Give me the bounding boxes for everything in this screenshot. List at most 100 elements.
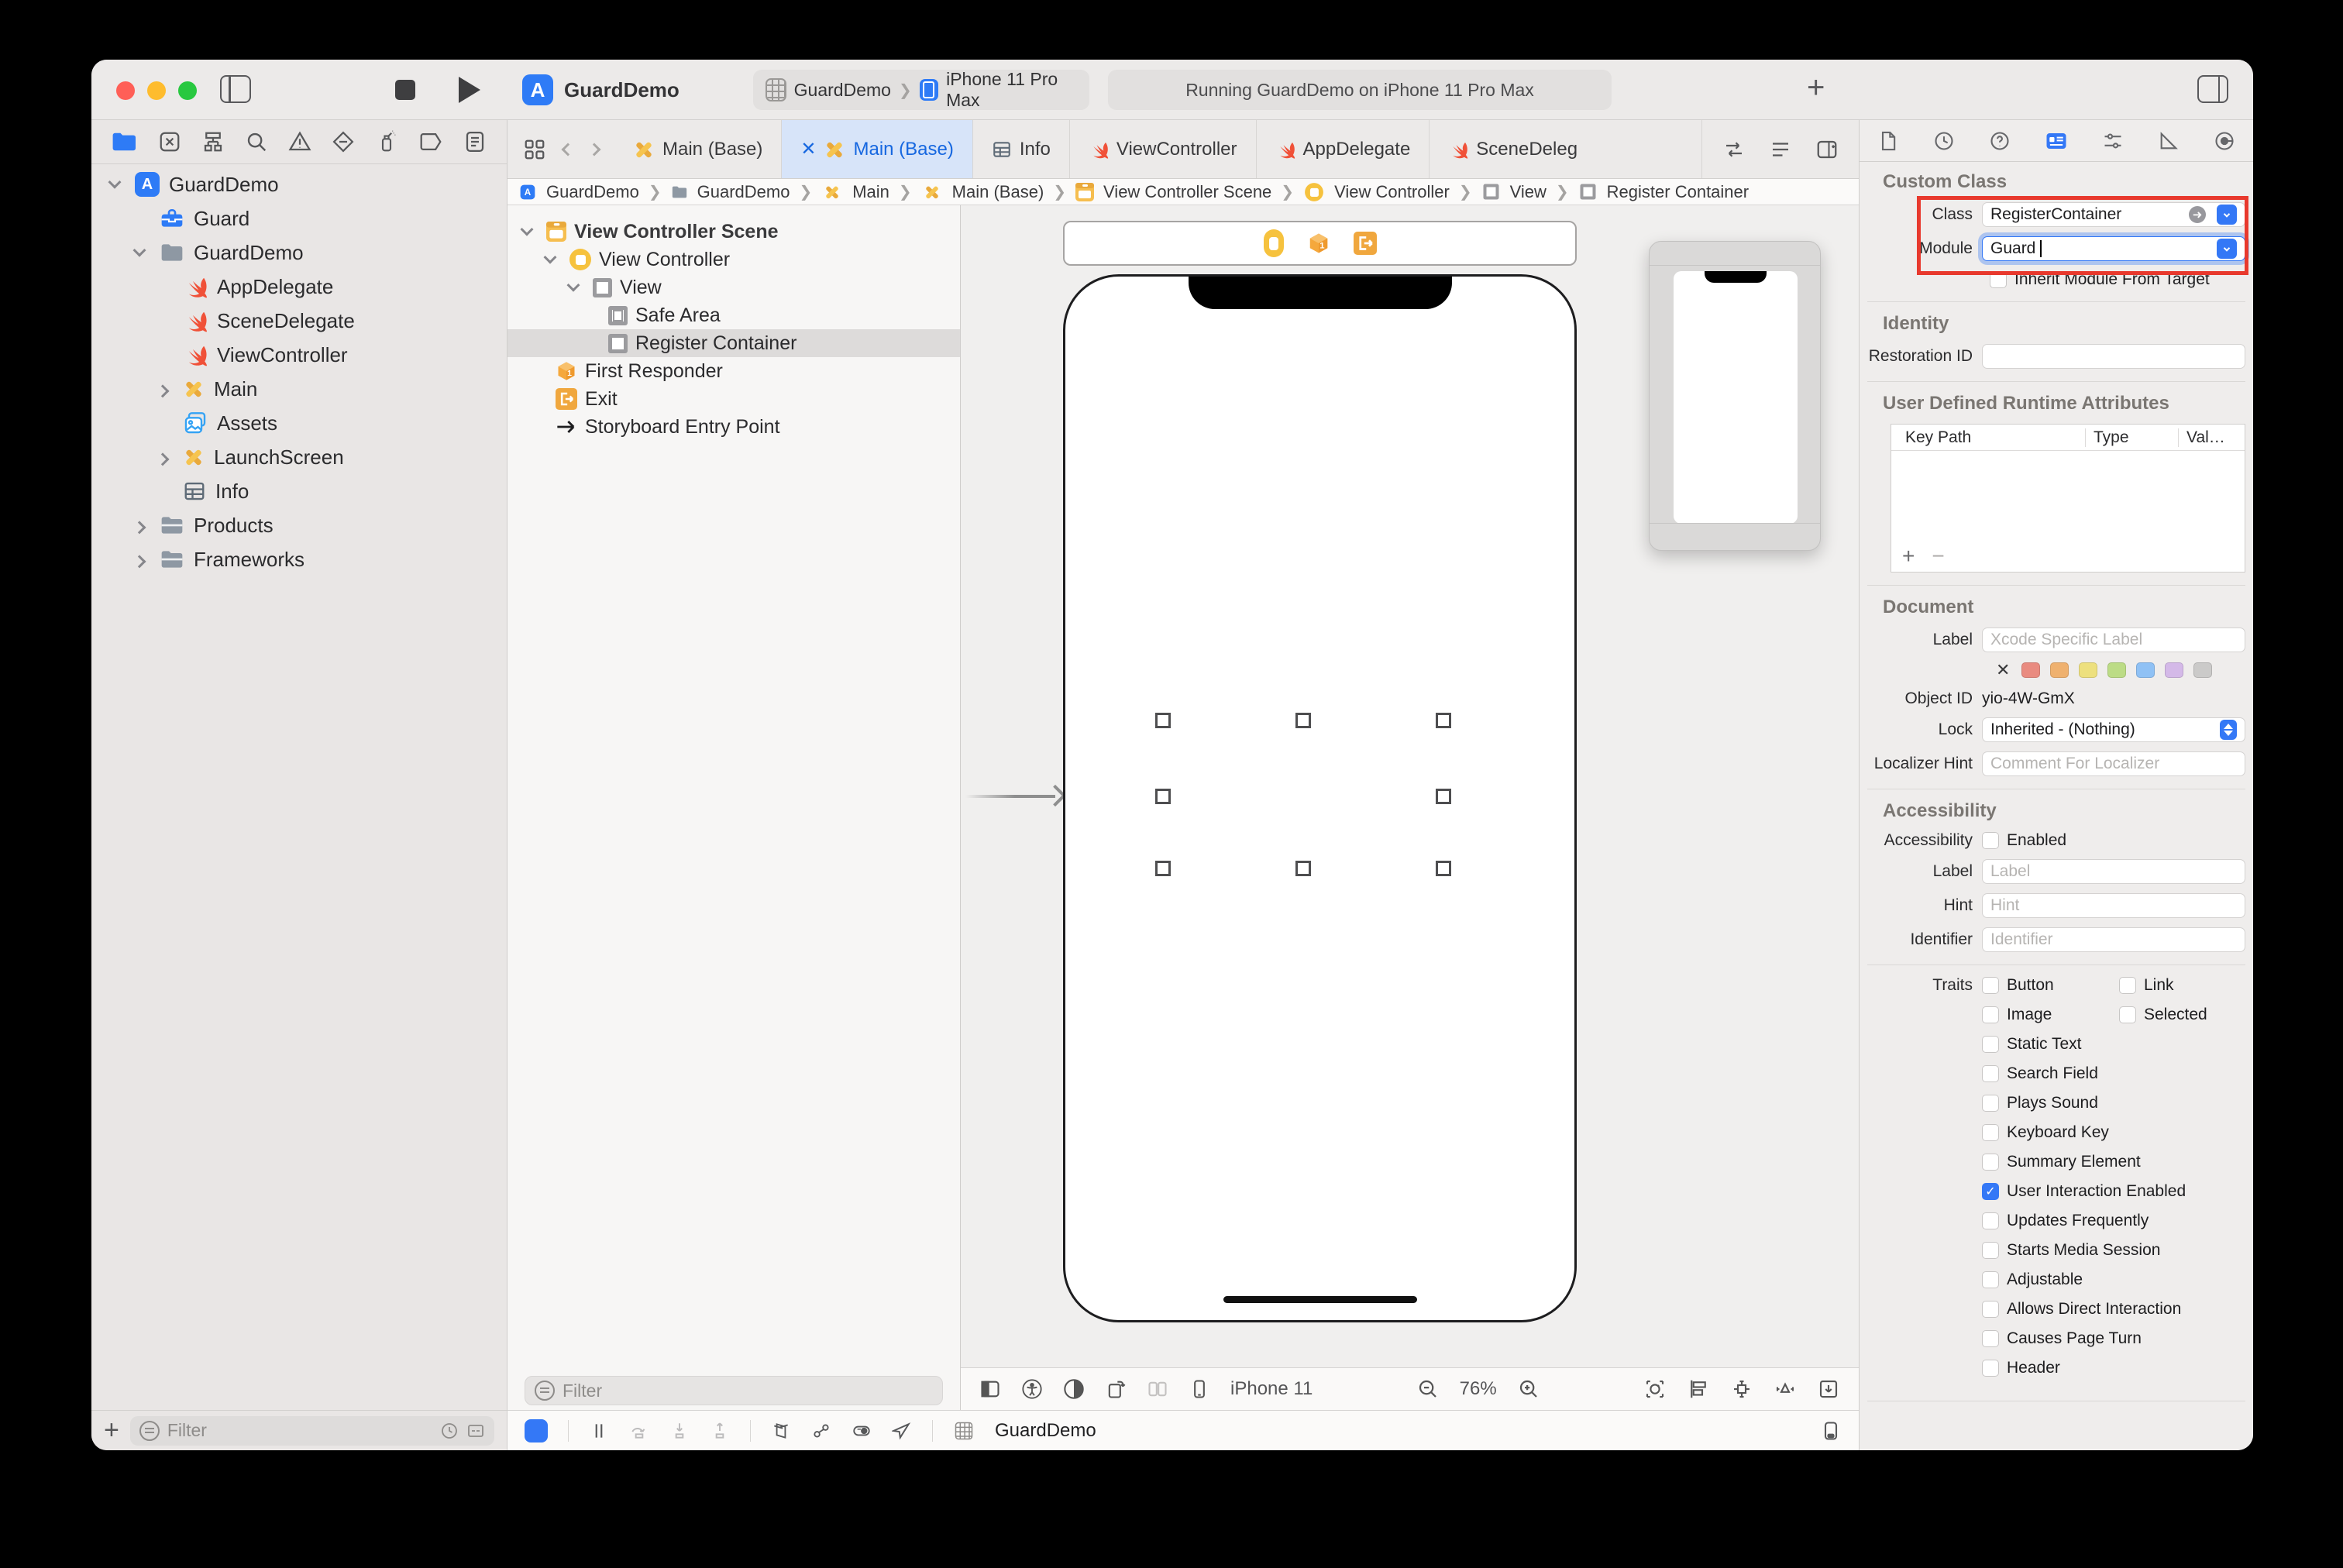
test-navigator-icon[interactable] <box>332 130 355 153</box>
add-editor-icon[interactable] <box>1815 138 1839 161</box>
device-icon[interactable] <box>1189 1378 1210 1400</box>
selection-handle[interactable] <box>1155 861 1171 876</box>
nav-item-main-storyboard[interactable]: Main <box>91 372 507 406</box>
selection-handle[interactable] <box>1295 713 1311 728</box>
add-file-button[interactable]: + <box>104 1415 119 1446</box>
trait-user-interaction-enabled-checkbox[interactable] <box>1982 1183 1999 1200</box>
accessibility-preview-icon[interactable] <box>1021 1378 1043 1400</box>
disclosure-down-icon[interactable] <box>108 175 122 189</box>
symbol-navigator-icon[interactable] <box>201 130 225 153</box>
trait-starts-media-session-checkbox[interactable] <box>1982 1242 1999 1259</box>
module-dropdown-icon[interactable] <box>2217 239 2237 259</box>
memory-graph-icon[interactable] <box>811 1421 831 1441</box>
lock-popup[interactable]: Inherited - (Nothing) <box>1982 717 2245 742</box>
tab-viewcontroller[interactable]: ViewController <box>1070 120 1257 178</box>
run-button[interactable] <box>459 77 480 103</box>
outline-filter-field[interactable]: Filter <box>525 1376 943 1405</box>
disclosure-right-icon[interactable] <box>132 555 146 569</box>
size-inspector-icon[interactable] <box>2158 130 2180 152</box>
nav-item-frameworks[interactable]: Frameworks <box>91 542 507 576</box>
breakpoint-navigator-icon[interactable] <box>418 132 443 152</box>
outline-register-container[interactable]: Register Container <box>507 329 960 357</box>
jump-to-class-icon[interactable]: ➜ <box>2189 206 2206 223</box>
source-control-status-icon[interactable] <box>466 1422 485 1440</box>
find-navigator-icon[interactable] <box>245 130 268 153</box>
view-controller-dock-icon[interactable] <box>1263 229 1284 257</box>
disclosure-right-icon[interactable] <box>132 521 146 535</box>
trait-header-checkbox[interactable] <box>1982 1360 1999 1377</box>
code-review-icon[interactable] <box>1722 138 1746 161</box>
outline-first-responder[interactable]: 1 First Responder <box>507 357 960 385</box>
runtime-attributes-table[interactable]: Key Path Type Val… + − <box>1891 424 2245 573</box>
source-control-navigator-icon[interactable] <box>158 130 181 153</box>
storyboard-canvas[interactable]: 1 iPhone 11 76% <box>961 205 1859 1410</box>
jump-bar-item[interactable]: View Controller Scene <box>1103 182 1271 202</box>
remove-attribute-button[interactable]: − <box>1932 544 1944 569</box>
breakpoints-toggle-button[interactable] <box>525 1418 548 1442</box>
accessibility-enabled-checkbox[interactable] <box>1982 832 1999 849</box>
module-field[interactable]: Guard <box>1982 236 2245 261</box>
inherit-module-checkbox[interactable] <box>1990 271 2007 288</box>
editor-options-icon[interactable] <box>1769 138 1792 161</box>
trait-allows-direct-interaction-checkbox[interactable] <box>1982 1301 1999 1318</box>
attributes-inspector-icon[interactable] <box>2102 130 2124 152</box>
trait-button-checkbox[interactable] <box>1982 977 1999 994</box>
trait-image-checkbox[interactable] <box>1982 1006 1999 1023</box>
trait-updates-frequently-checkbox[interactable] <box>1982 1212 1999 1229</box>
nav-item-guarddemo-group[interactable]: GuardDemo <box>91 236 507 270</box>
selection-handle[interactable] <box>1295 861 1311 876</box>
report-navigator-icon[interactable] <box>463 130 487 153</box>
jump-bar-item[interactable]: Main <box>852 182 889 202</box>
trait-causes-page-turn-checkbox[interactable] <box>1982 1330 1999 1347</box>
outline-safe-area[interactable]: Safe Area <box>507 301 960 329</box>
tab-main-base-active[interactable]: ✕ Main (Base) <box>782 120 973 178</box>
first-responder-cube-icon[interactable]: 1 <box>1307 232 1330 255</box>
embed-icon[interactable] <box>1817 1377 1840 1401</box>
canvas-minimap[interactable] <box>1649 241 1821 551</box>
zoom-out-icon[interactable] <box>1416 1377 1440 1401</box>
zoom-level-label[interactable]: 76% <box>1460 1378 1497 1400</box>
selection-handle[interactable] <box>1436 789 1451 804</box>
localizer-hint-field[interactable]: Comment For Localizer <box>1982 751 2245 776</box>
nav-item-launchscreen[interactable]: LaunchScreen <box>91 440 507 474</box>
add-constraints-icon[interactable] <box>1730 1377 1753 1401</box>
device-name-label[interactable]: iPhone 11 <box>1230 1378 1313 1400</box>
go-forward-icon[interactable] <box>587 143 601 156</box>
close-tab-icon[interactable]: ✕ <box>800 138 816 160</box>
issue-navigator-icon[interactable] <box>288 130 311 153</box>
outline-view-controller-scene[interactable]: View Controller Scene <box>507 218 960 246</box>
tab-appdelegate[interactable]: AppDelegate <box>1257 120 1430 178</box>
selection-handle[interactable] <box>1436 713 1451 728</box>
disclosure-right-icon[interactable] <box>156 384 170 398</box>
trait-keyboard-key-checkbox[interactable] <box>1982 1124 1999 1141</box>
navigator-filter-field[interactable]: Filter <box>129 1415 494 1446</box>
clear-color-button[interactable]: ✕ <box>1996 660 2010 680</box>
trait-adjustable-checkbox[interactable] <box>1982 1271 1999 1288</box>
zoom-in-icon[interactable] <box>1517 1377 1540 1401</box>
device-bezel-icon[interactable] <box>1820 1420 1842 1442</box>
minimize-window-button[interactable] <box>147 81 166 100</box>
recent-files-clock-icon[interactable] <box>440 1422 459 1440</box>
lock-stepper-icon[interactable] <box>2220 720 2237 740</box>
nav-item-info-plist[interactable]: Info <box>91 474 507 508</box>
simulate-location-icon[interactable] <box>892 1421 912 1441</box>
jump-bar-item[interactable]: View <box>1510 182 1547 202</box>
storyboard-entry-point-arrow[interactable] <box>965 784 1067 807</box>
add-attribute-button[interactable]: + <box>1902 544 1915 569</box>
nav-item-assets[interactable]: Assets <box>91 406 507 440</box>
update-frames-icon[interactable] <box>1643 1377 1667 1401</box>
outline-view[interactable]: View <box>507 273 960 301</box>
identity-inspector-icon-selected[interactable] <box>2045 129 2068 153</box>
nav-item-appdelegate[interactable]: AppDelegate <box>91 270 507 304</box>
environment-overrides-icon[interactable] <box>852 1421 872 1441</box>
debug-navigator-icon[interactable] <box>375 130 398 153</box>
disclosure-down-icon[interactable] <box>132 243 146 257</box>
trait-search-field-checkbox[interactable] <box>1982 1065 1999 1082</box>
iphone-canvas[interactable] <box>1063 274 1577 1322</box>
nav-item-products[interactable]: Products <box>91 508 507 542</box>
toggle-outline-icon[interactable] <box>979 1378 1001 1400</box>
tab-scenedelegate[interactable]: SceneDeleg <box>1430 120 1596 178</box>
app-process-icon[interactable] <box>953 1420 975 1442</box>
swatch-yellow[interactable] <box>2079 662 2098 678</box>
related-items-icon[interactable] <box>523 138 546 161</box>
